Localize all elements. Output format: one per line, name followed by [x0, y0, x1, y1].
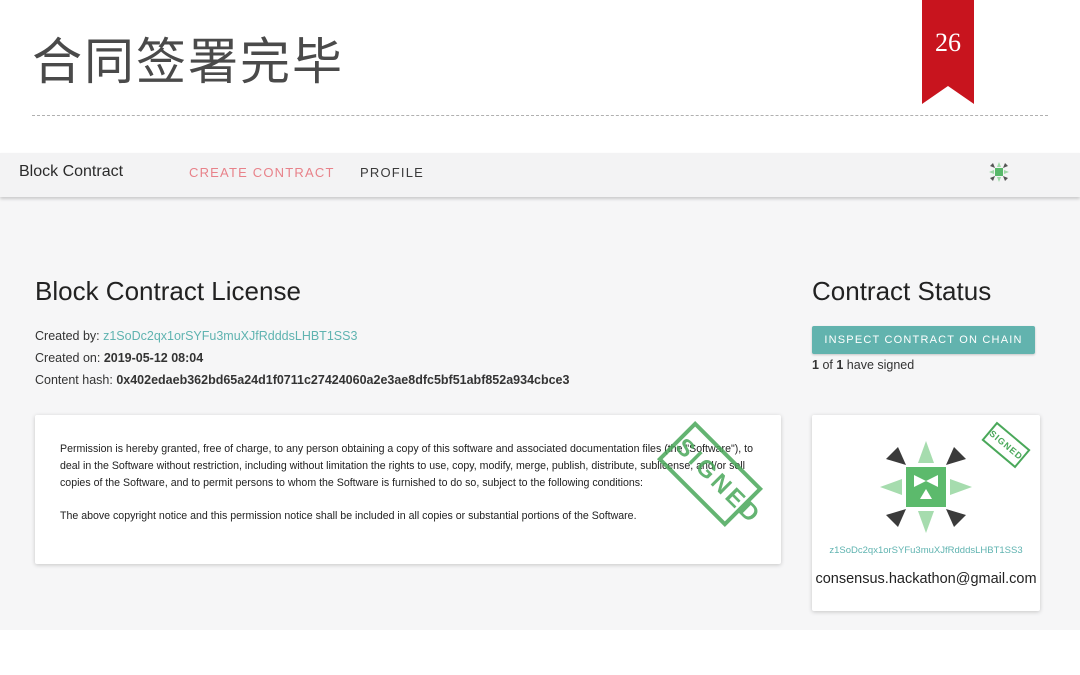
- page-number-ribbon: 26: [922, 0, 974, 104]
- content-hash-value: 0x402edaeb362bd65a24d1f0711c27424060a2e3…: [116, 373, 570, 387]
- header-divider: [32, 115, 1048, 116]
- license-body: Permission is hereby granted, free of ch…: [60, 441, 755, 541]
- identicon-avatar-icon[interactable]: [988, 161, 1010, 183]
- created-by-label: Created by:: [35, 329, 100, 343]
- nav-profile[interactable]: PROFILE: [360, 165, 424, 180]
- created-on-value: 2019-05-12 08:04: [103, 351, 204, 365]
- signed-text: have signed: [846, 358, 915, 372]
- signer-signed-stamp: SIGNED: [981, 421, 1031, 469]
- content-hash-label: Content hash:: [35, 373, 113, 387]
- created-by-link[interactable]: z1SoDc2qx1orSYFu3muXJfRdddsLHBT1SS3: [103, 329, 357, 343]
- app-screenshot: Block Contract CREATE CONTRACT PROFILE B…: [0, 153, 1080, 630]
- identicon-icon: [880, 441, 972, 533]
- created-on-row: Created on: 2019-05-12 08:04: [35, 351, 203, 365]
- license-paragraph: The above copyright notice and this perm…: [60, 510, 637, 522]
- signed-of-text: of: [822, 358, 833, 372]
- slide-title: 合同签署完毕: [32, 33, 344, 91]
- signer-address-link[interactable]: z1SoDc2qx1orSYFu3muXJfRdddsLHBT1SS3: [826, 544, 1026, 558]
- content-hash-row: Content hash: 0x402edaeb362bd65a24d1f071…: [35, 373, 569, 387]
- inspect-contract-button[interactable]: INSPECT CONTRACT ON CHAIN: [812, 326, 1035, 354]
- navbar: Block Contract CREATE CONTRACT PROFILE: [0, 153, 1080, 197]
- signer-card: SIGNED z1SoDc2qx1orSYFu3muXJfRdddsLHBT1S…: [812, 415, 1040, 611]
- signer-email: consensus.hackathon@gmail.com: [815, 571, 1037, 587]
- status-title: Contract Status: [812, 276, 992, 306]
- signed-total-number: 1: [836, 358, 844, 372]
- signed-count-number: 1: [812, 358, 819, 372]
- signed-count: 1 of 1 have signed: [812, 358, 914, 372]
- created-on-label: Created on:: [35, 351, 101, 365]
- page-number: 26: [935, 28, 961, 57]
- license-card: Permission is hereby granted, free of ch…: [35, 415, 781, 564]
- brand-name[interactable]: Block Contract: [19, 163, 123, 181]
- license-paragraph: Permission is hereby granted, free of ch…: [60, 443, 753, 489]
- nav-create-contract[interactable]: CREATE CONTRACT: [189, 165, 335, 180]
- created-by-row: Created by: z1SoDc2qx1orSYFu3muXJfRdddsL…: [35, 329, 357, 343]
- license-title: Block Contract License: [35, 276, 301, 306]
